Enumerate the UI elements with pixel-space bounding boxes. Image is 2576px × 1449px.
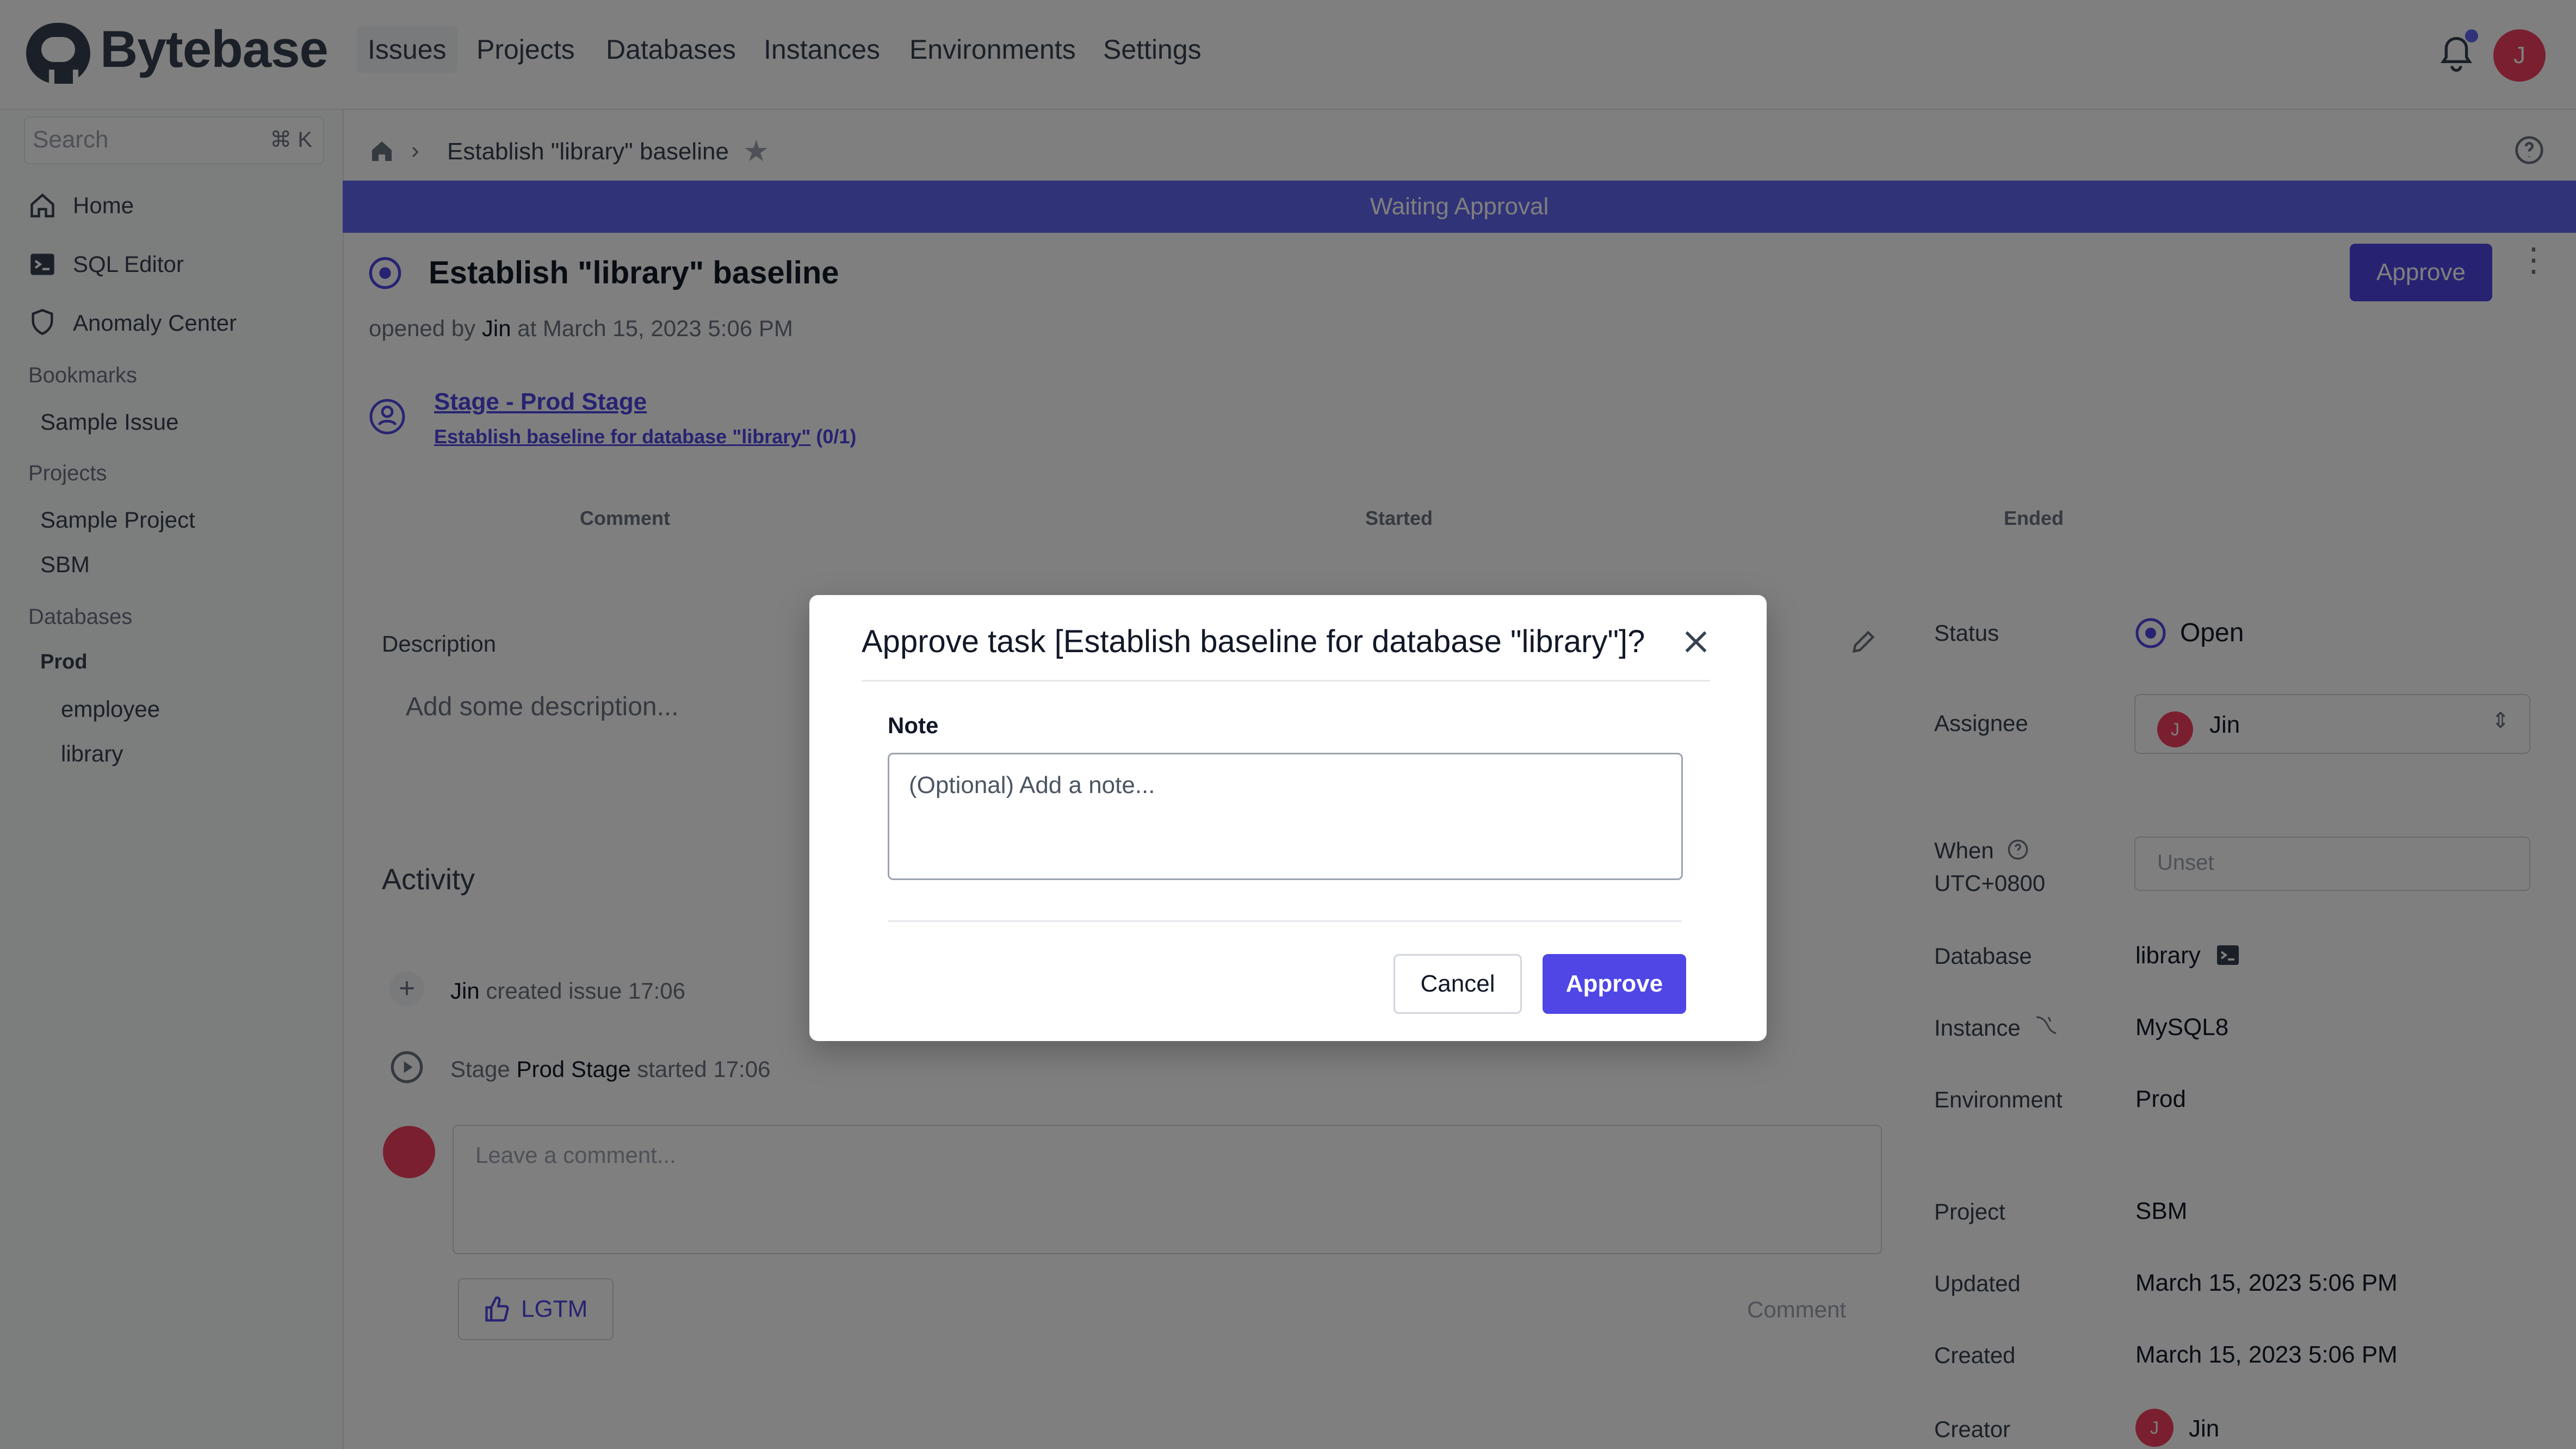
note-textarea[interactable]: (Optional) Add a note...: [888, 753, 1683, 880]
note-placeholder: (Optional) Add a note...: [909, 772, 1155, 798]
cancel-button[interactable]: Cancel: [1394, 954, 1522, 1014]
approve-button[interactable]: Approve: [1543, 954, 1686, 1014]
close-icon[interactable]: [1680, 626, 1712, 658]
approve-task-dialog: Approve task [Establish baseline for dat…: [809, 595, 1767, 1041]
note-label: Note: [888, 713, 939, 738]
dialog-footer-divider: [888, 920, 1682, 922]
dialog-divider: [862, 680, 1710, 682]
dialog-title: Approve task [Establish baseline for dat…: [862, 624, 1645, 659]
